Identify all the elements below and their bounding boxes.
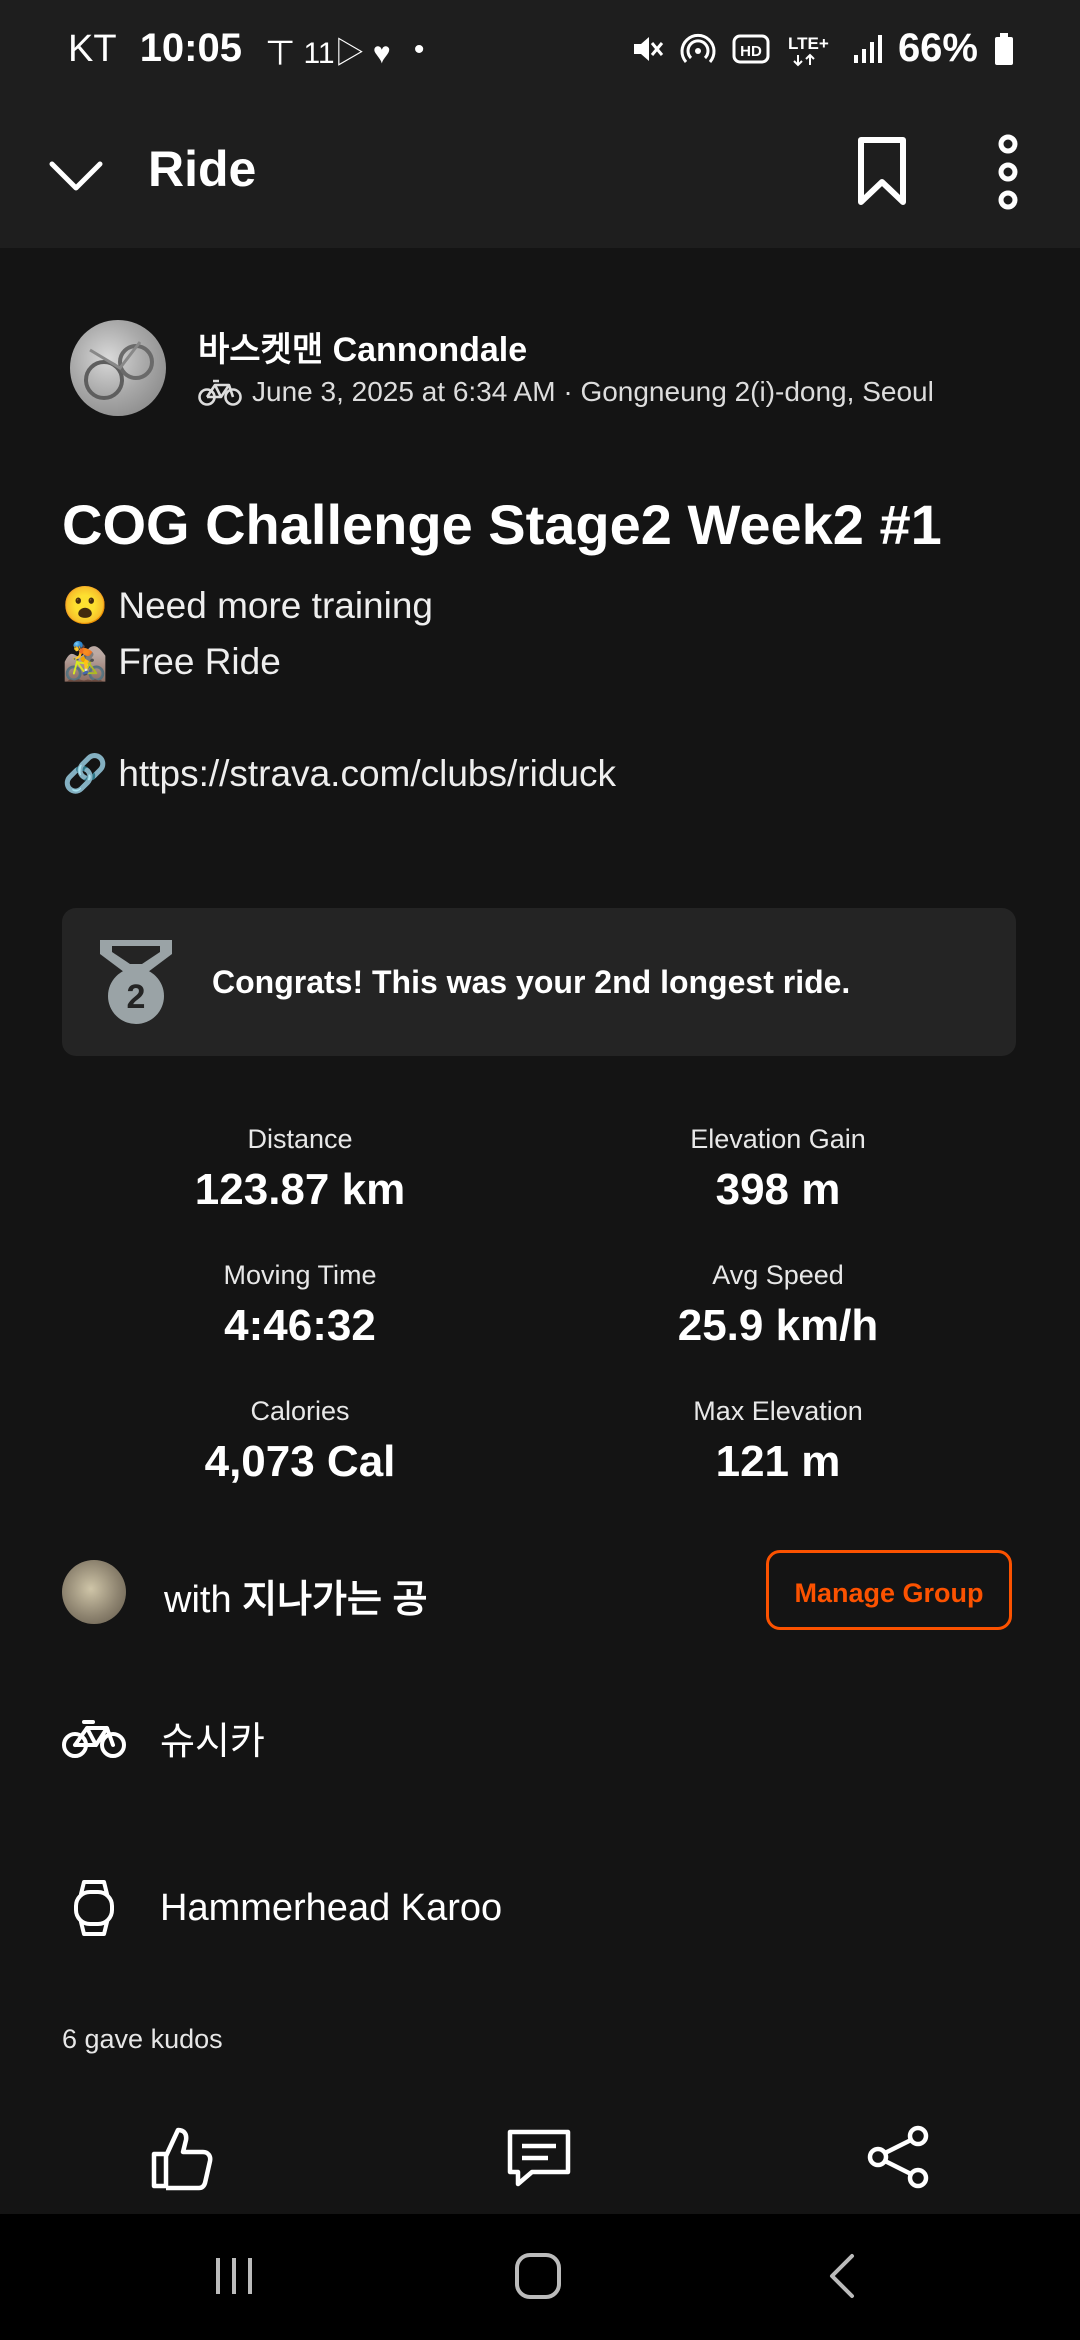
kudos-count[interactable]: 6 gave kudos [62, 2024, 223, 2055]
stat-max-elevation: Max Elevation 121 m [578, 1396, 978, 1487]
chevron-down-icon[interactable] [48, 144, 104, 204]
stat-elevation-gain: Elevation Gain 398 m [578, 1124, 978, 1215]
group-with-text[interactable]: with 지나가는 공 [164, 1568, 428, 1623]
stat-label: Max Elevation [693, 1396, 863, 1426]
athlete-avatar[interactable] [70, 320, 166, 416]
activity-description: 😮 Need more training 🚵 Free Ride 🔗 https… [62, 578, 616, 802]
activity-title: COG Challenge Stage2 Week2 #1 [62, 493, 942, 556]
bike-icon [198, 379, 242, 406]
medal-icon: 2 [100, 940, 172, 1024]
battery-percent: 66% [897, 26, 978, 70]
hotspot-icon [680, 33, 716, 63]
stat-value: 121 m [715, 1437, 841, 1486]
stat-label: Distance [247, 1124, 353, 1154]
battery-icon [995, 32, 1013, 65]
more-options-icon[interactable] [992, 134, 1024, 210]
system-nav-bar [0, 2214, 1080, 2340]
stat-label: Avg Speed [712, 1260, 844, 1290]
clock: 10:05 [139, 26, 242, 70]
lte-icon: LTE+ [788, 34, 829, 66]
bookmark-icon[interactable] [856, 136, 908, 206]
group-member-name: 지나가는 공 [242, 1579, 428, 1621]
stat-avg-speed: Avg Speed 25.9 km/h [578, 1260, 978, 1351]
mute-icon [633, 36, 664, 61]
svg-text:2: 2 [127, 978, 146, 1016]
achievement-card[interactable]: 2 Congrats! This was your 2nd longest ri… [62, 908, 1016, 1056]
description-link[interactable]: 🔗 https://strava.com/clubs/riduck [62, 746, 616, 802]
description-line: 😮 Need more training [62, 585, 434, 626]
device-name: Hammerhead Karoo [160, 1886, 503, 1929]
gear-device-row[interactable]: Hammerhead Karoo [62, 1876, 502, 1940]
watch-icon [74, 1880, 114, 1936]
group-member-avatar[interactable] [62, 1560, 126, 1624]
home-icon[interactable] [512, 2250, 564, 2302]
stat-value: 4:46:32 [224, 1301, 376, 1350]
status-left: KT 10:05 ㄒ 11▷ ♥ • [68, 26, 424, 72]
activity-date-location: June 3, 2025 at 6:34 AM · Gongneung 2(i)… [252, 376, 934, 407]
status-right: HD LTE+ 66% [630, 26, 1014, 71]
svg-text:LTE+: LTE+ [788, 34, 829, 53]
stat-value: 4,073 Cal [204, 1437, 396, 1486]
signal-icon [853, 34, 882, 63]
dot-icon: • [413, 33, 425, 67]
avatar-image [84, 341, 154, 400]
action-bar [0, 2100, 1080, 2214]
page-title: Ride [148, 141, 257, 197]
app-bar: Ride [0, 100, 1080, 248]
recent-apps-icon[interactable] [210, 2250, 258, 2302]
activity-meta: June 3, 2025 at 6:34 AM · Gongneung 2(i)… [198, 376, 934, 408]
stat-label: Calories [250, 1396, 350, 1426]
stat-moving-time: Moving Time 4:46:32 [100, 1260, 500, 1351]
achievement-text: Congrats! This was your 2nd longest ride… [212, 964, 851, 1000]
svg-text:HD: HD [740, 43, 762, 60]
bike-icon [62, 1719, 126, 1758]
share-icon[interactable] [864, 2122, 934, 2192]
description-line: 🚵 Free Ride [62, 641, 281, 682]
carrier-label: KT [68, 28, 117, 70]
stat-value: 123.87 km [194, 1165, 406, 1214]
notification-icons: ㄒ 11▷ ♥ [265, 37, 391, 71]
bike-name: 슈시카 [160, 1721, 265, 1763]
comment-icon[interactable] [504, 2122, 574, 2192]
athlete-name[interactable]: 바스켓맨 Cannondale [198, 322, 527, 371]
description-line [62, 690, 616, 746]
hd-voice-icon: HD [732, 34, 770, 63]
back-icon[interactable] [822, 2250, 862, 2302]
manage-group-button[interactable]: Manage Group [766, 1550, 1012, 1630]
stat-value: 398 m [715, 1165, 841, 1214]
kudos-icon[interactable] [146, 2122, 216, 2192]
stat-value: 25.9 km/h [677, 1301, 879, 1350]
stat-calories: Calories 4,073 Cal [100, 1396, 500, 1487]
stat-label: Elevation Gain [690, 1124, 866, 1154]
with-prefix: with [164, 1579, 232, 1621]
stat-distance: Distance 123.87 km [100, 1124, 500, 1215]
status-bar: KT 10:05 ㄒ 11▷ ♥ • HD LTE+ 66% [0, 0, 1080, 100]
gear-bike-row[interactable]: 슈시카 [62, 1710, 265, 1765]
stat-label: Moving Time [223, 1260, 377, 1290]
